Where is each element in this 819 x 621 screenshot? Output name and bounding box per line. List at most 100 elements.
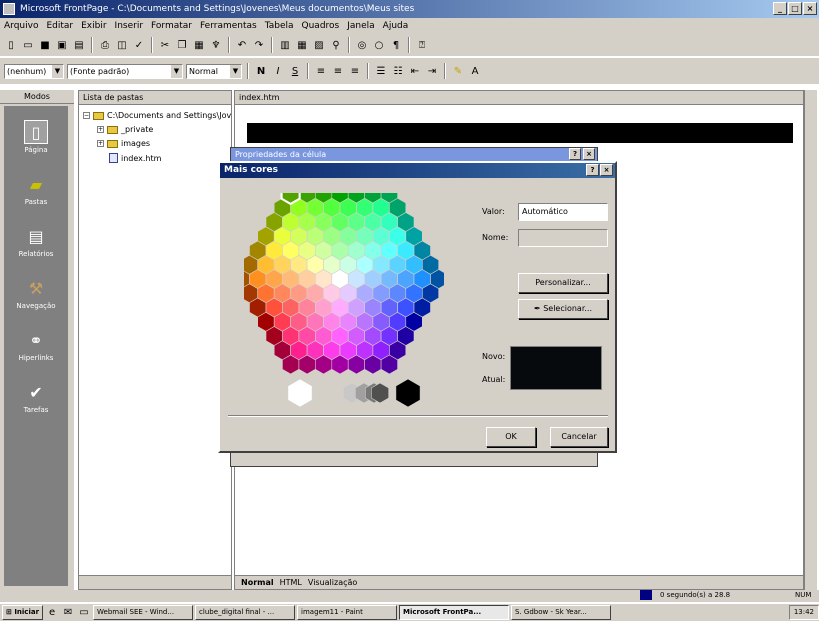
maximize-button[interactable]: □ [788,2,802,15]
mode-reports[interactable]: ▤ Relatórios [4,220,68,270]
bold-button[interactable]: N [254,64,268,78]
quicklaunch-desktop-icon[interactable]: ▭ [77,606,91,620]
tab-normal[interactable]: Normal [241,578,274,587]
cut-icon[interactable]: ✂ [158,38,172,52]
help-button[interactable]: ? [569,148,581,160]
open-icon[interactable]: ▭ [21,38,35,52]
print-icon[interactable]: ⎙ [98,38,112,52]
tab-html[interactable]: HTML [280,578,302,587]
publish-icon[interactable]: ▣ [55,38,69,52]
ok-button[interactable]: OK [486,427,536,447]
undo-icon[interactable]: ↶ [235,38,249,52]
increase-indent-icon[interactable]: ⇥ [425,64,439,78]
menu-formatar[interactable]: Formatar [151,18,192,34]
menu-ferramentas[interactable]: Ferramentas [200,18,257,34]
paste-icon[interactable]: ▦ [192,38,206,52]
close-button[interactable]: × [583,148,595,160]
folder-hscrollbar[interactable] [79,575,231,589]
customize-button[interactable]: Personalizar... [518,273,608,293]
stop-icon[interactable]: ○ [372,38,386,52]
spelling-icon[interactable]: ✓ [132,38,146,52]
menu-janela[interactable]: Janela [347,18,374,34]
current-color-label: Atual: [482,375,506,384]
menu-arquivo[interactable]: Arquivo [4,18,38,34]
editor-vscrollbar[interactable] [804,90,817,590]
dialog-titlebar[interactable]: Mais cores ? × [220,163,615,178]
value-field[interactable]: Automático [518,203,608,221]
copy-icon[interactable]: ❐ [175,38,189,52]
menu-exibir[interactable]: Exibir [81,18,106,34]
tree-item-images[interactable]: + images [97,139,150,148]
color-hexagon[interactable] [232,181,448,413]
underline-button[interactable]: S [288,64,302,78]
black-table-cell[interactable] [247,123,793,143]
tree-root[interactable]: − C:\Documents and Settings\Jov [83,111,231,120]
color-preview-swatch [510,346,602,390]
menu-tabela[interactable]: Tabela [265,18,294,34]
style-combo[interactable]: (nenhum) ▼ [4,63,64,79]
close-button[interactable]: × [803,2,817,15]
insert-table-icon[interactable]: ▦ [295,38,309,52]
taskbar-item-paint[interactable]: imagem11 - Paint [297,605,398,620]
italic-button[interactable]: I [271,64,285,78]
start-button[interactable]: ⊞ Iniciar [2,605,44,620]
menu-inserir[interactable]: Inserir [115,18,144,34]
refresh-icon[interactable]: ◎ [355,38,369,52]
folder-list-icon[interactable]: ▤ [72,38,86,52]
preview-icon[interactable]: ◫ [115,38,129,52]
new-page-icon[interactable]: ▯ [4,38,18,52]
quicklaunch-ie-icon[interactable]: e [45,606,59,620]
mode-navigation[interactable]: ⚒ Navegação [4,272,68,322]
font-color-icon[interactable]: A [468,64,482,78]
help-icon[interactable]: ⍰ [415,38,429,52]
redo-icon[interactable]: ↷ [252,38,266,52]
menu-editar[interactable]: Editar [46,18,73,34]
taskbar-item-frontpage[interactable]: Microsoft FrontPa... [399,605,510,620]
minimize-button[interactable]: _ [773,2,787,15]
taskbar-item-webmail[interactable]: Webmail SEE - Wind... [93,605,194,620]
select-button[interactable]: ✒ Selecionar... [518,299,608,319]
taskbar-item-other[interactable]: S. Gdbow - Sk Year... [511,605,612,620]
insert-hyperlink-icon[interactable]: ⚲ [329,38,343,52]
bullet-list-icon[interactable]: ☷ [391,64,405,78]
mode-hyperlinks[interactable]: ⚭ Hiperlinks [4,324,68,374]
mode-folders[interactable]: ▰ Pastas [4,168,68,218]
gray-color-cell[interactable] [395,378,421,408]
cancel-button[interactable]: Cancelar [550,427,608,447]
more-colors-dialog: Mais cores ? × Valor: Automático Nome: P… [218,161,617,453]
show-all-icon[interactable]: ¶ [389,38,403,52]
expand-icon[interactable]: + [97,140,104,147]
dialog-help-button[interactable]: ? [586,164,599,176]
numbered-list-icon[interactable]: ☰ [374,64,388,78]
gray-color-cell[interactable] [287,378,313,408]
decrease-indent-icon[interactable]: ⇤ [408,64,422,78]
tree-item-index[interactable]: index.htm [109,153,161,163]
insert-component-icon[interactable]: ▥ [278,38,292,52]
align-left-icon[interactable]: ≡ [314,64,328,78]
quicklaunch-outlook-icon[interactable]: ✉ [61,606,75,620]
mode-page[interactable]: ▯ Página [4,116,68,166]
dialog-close-button[interactable]: × [600,164,613,176]
font-combo[interactable]: (Fonte padrão) ▼ [67,63,183,79]
format-painter-icon[interactable]: ♆ [209,38,223,52]
taskbar-item-word[interactable]: clube_digital final - ... [195,605,296,620]
tree-item-private[interactable]: + _private [97,125,153,134]
menu-ajuda[interactable]: Ajuda [383,18,409,34]
editor-file-tab[interactable]: index.htm [235,91,803,105]
align-center-icon[interactable]: ≡ [331,64,345,78]
insert-picture-icon[interactable]: ▨ [312,38,326,52]
name-field[interactable] [518,229,608,247]
menu-quadros[interactable]: Quadros [302,18,340,34]
mode-tasks[interactable]: ✔ Tarefas [4,376,68,426]
align-right-icon[interactable]: ≡ [348,64,362,78]
window-titlebar[interactable]: Microsoft FrontPage - C:\Documents and S… [0,0,819,18]
save-icon[interactable]: ■ [38,38,52,52]
tab-preview[interactable]: Visualização [308,578,357,587]
size-combo[interactable]: Normal ▼ [186,63,242,79]
expand-icon[interactable]: + [97,126,104,133]
collapse-icon[interactable]: − [83,112,90,119]
download-time: 0 segundo(s) a 28.8 [660,591,731,599]
color-hexagon-picker[interactable] [232,181,448,416]
highlight-color-icon[interactable]: ✎ [451,64,465,78]
cell-properties-titlebar[interactable]: Propriedades da célula ? × [231,148,597,162]
